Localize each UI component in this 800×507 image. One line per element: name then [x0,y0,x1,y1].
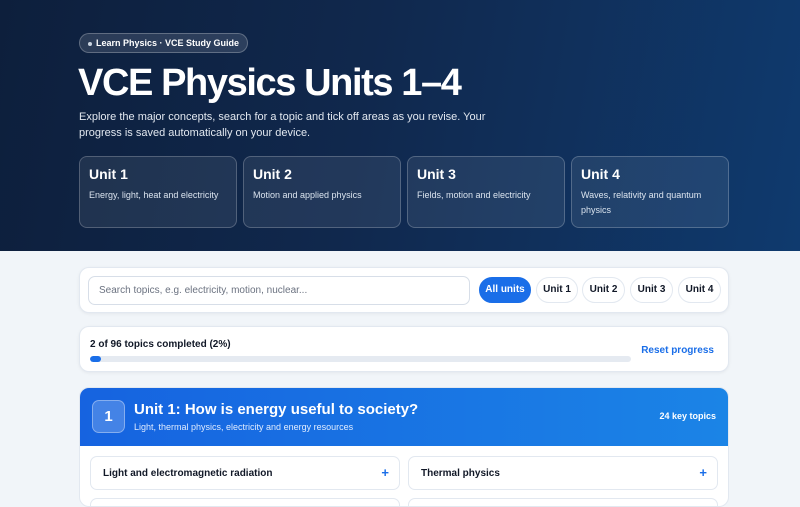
unit-card-desc: Fields, motion and electricity [417,190,531,200]
filter-unit-4[interactable]: Unit 4 [678,277,721,303]
search-panel: All units Unit 1 Unit 2 Unit 3 Unit 4 [79,267,729,313]
unit-card-desc: Motion and applied physics [253,190,362,200]
plus-icon[interactable]: + [381,465,389,480]
unit-card-4[interactable]: Unit 4 Waves, relativity and quantum phy… [571,156,729,228]
plus-icon[interactable]: + [699,465,707,480]
topic-label: Light and electromagnetic radiation [103,468,273,479]
topic-label: Thermal physics [421,468,500,479]
unit-section-1: 1 Unit 1: How is energy useful to societ… [79,387,729,507]
site-badge-label: Learn Physics · VCE Study Guide [96,38,240,48]
unit-card-title: Unit 1 [89,166,128,182]
unit-card-desc: Waves, relativity and quantum physics [581,190,702,215]
unit-section-subtitle: Light, thermal physics, electricity and … [134,422,354,432]
unit-topic-count: 24 key topics [659,411,716,421]
unit-card-1[interactable]: Unit 1 Energy, light, heat and electrici… [79,156,237,228]
filter-all-units[interactable]: All units [479,277,531,303]
topic-item-thermal[interactable]: Thermal physics + [408,456,718,490]
progress-bar-fill [90,356,101,362]
unit-card-2[interactable]: Unit 2 Motion and applied physics [243,156,401,228]
unit-section-title: Unit 1: How is energy useful to society? [134,401,419,418]
progress-panel: 2 of 96 topics completed (2%) Reset prog… [79,326,729,372]
filter-unit-2[interactable]: Unit 2 [582,277,625,303]
page-description: Explore the major concepts, search for a… [79,111,486,139]
unit-card-3[interactable]: Unit 3 Fields, motion and electricity [407,156,565,228]
unit-card-title: Unit 3 [417,166,456,182]
dot-icon [88,41,92,46]
topic-item[interactable] [408,498,718,506]
unit-card-desc: Energy, light, heat and electricity [89,190,219,200]
page-title: VCE Physics Units 1–4 [78,62,462,104]
search-input[interactable] [88,276,470,305]
hero-banner: Learn Physics · VCE Study Guide VCE Phys… [0,0,800,251]
progress-summary: 2 of 96 topics completed (2%) [90,339,231,350]
topic-item[interactable] [90,498,400,506]
site-badge: Learn Physics · VCE Study Guide [79,33,249,53]
reset-progress-button[interactable]: Reset progress [641,345,714,356]
filter-unit-3[interactable]: Unit 3 [630,277,673,303]
unit-section-header[interactable]: 1 Unit 1: How is energy useful to societ… [80,388,728,446]
progress-bar [90,356,631,362]
unit-card-title: Unit 4 [581,166,620,182]
unit-card-title: Unit 2 [253,166,292,182]
unit-number-badge: 1 [92,400,125,433]
filter-unit-1[interactable]: Unit 1 [536,277,578,303]
topic-item-light[interactable]: Light and electromagnetic radiation + [90,456,400,490]
